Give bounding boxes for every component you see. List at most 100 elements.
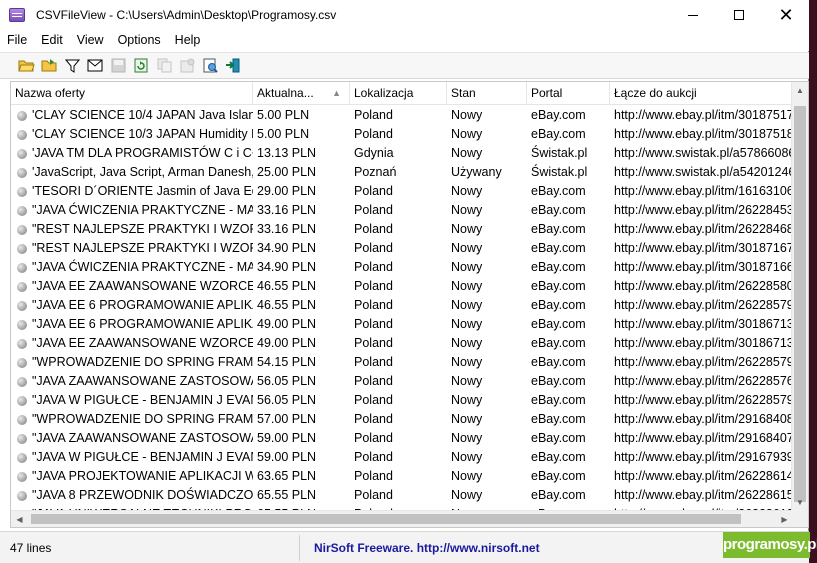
column-header-link[interactable]: Łącze do aukcji xyxy=(610,82,793,105)
cell-location: Poland xyxy=(354,450,393,464)
table-row[interactable]: "JAVA EE 6 PROGRAMOWANIE APLIKAC... 49.00… xyxy=(11,315,793,334)
cell-state: Nowy xyxy=(451,184,483,198)
properties-button[interactable] xyxy=(177,56,197,76)
column-header-location[interactable]: Lokalizacja xyxy=(350,82,447,105)
row-bullet-icon xyxy=(17,205,27,216)
column-header-portal[interactable]: Portal xyxy=(527,82,610,105)
html-report-button[interactable] xyxy=(200,56,220,76)
envelope-icon xyxy=(87,59,103,72)
table-row[interactable]: "JAVA EE 6 PROGRAMOWANIE APLIKAC... 46.55… xyxy=(11,296,793,315)
cell-state: Używany xyxy=(451,165,502,179)
exit-button[interactable] xyxy=(223,56,243,76)
cell-name: "JAVA PROJEKTOWANIE APLIKACJI WW... xyxy=(11,467,253,486)
maximize-button[interactable] xyxy=(716,0,762,30)
filter-button[interactable] xyxy=(62,56,82,76)
mail-button[interactable] xyxy=(85,56,105,76)
table-row[interactable]: 'TESORI D´ORIENTE Jasmin of Java EdT ...… xyxy=(11,182,793,201)
cell-location: Poland xyxy=(354,127,393,141)
horizontal-scroll-thumb[interactable] xyxy=(31,514,741,524)
table-row[interactable]: "JAVA ZAAWANSOWANE ZASTOSOWA... 59.00 PLN… xyxy=(11,429,793,448)
minimize-icon xyxy=(688,14,698,16)
cell-price: 56.05 PLN xyxy=(257,393,317,407)
scroll-up-arrow-icon[interactable]: ▲ xyxy=(792,82,808,99)
column-header-price-label: Aktualna... xyxy=(257,86,314,100)
vertical-scroll-thumb[interactable] xyxy=(794,106,806,502)
menu-options[interactable]: Options xyxy=(111,30,168,51)
cell-portal: eBay.com xyxy=(531,374,586,388)
minimize-button[interactable] xyxy=(670,0,716,30)
column-header-state[interactable]: Stan xyxy=(447,82,527,105)
cell-name: 'JAVA TM DLA PROGRAMISTÓW C i C+... xyxy=(11,144,253,163)
cell-state: Nowy xyxy=(451,222,483,236)
open-file-button[interactable] xyxy=(16,56,36,76)
cell-link: http://www.ebay.pl/itm/30186713 xyxy=(614,317,793,331)
table-row[interactable]: 'CLAY SCIENCE 10/4 JAPAN Java Island ...… xyxy=(11,106,793,125)
horizontal-scrollbar[interactable]: ◀ ▶ xyxy=(11,510,793,527)
cell-portal: eBay.com xyxy=(531,431,586,445)
cell-state: Nowy xyxy=(451,108,483,122)
cell-portal: eBay.com xyxy=(531,260,586,274)
column-header-price[interactable]: Aktualna... ▲ xyxy=(253,82,350,105)
cell-portal: Świstak.pl xyxy=(531,146,588,160)
table-row[interactable]: "WPROWADZENIE DO SPRING FRAME... 57.00 PL… xyxy=(11,410,793,429)
table-row[interactable]: "WPROWADZENIE DO SPRING FRAME... 54.15 PL… xyxy=(11,353,793,372)
cell-location: Poland xyxy=(354,317,393,331)
table-row[interactable]: "JAVA ZAAWANSOWANE ZASTOSOWA... 56.05 PLN… xyxy=(11,372,793,391)
vertical-scrollbar[interactable]: ▲ ▼ xyxy=(791,82,808,511)
table-row[interactable]: "JAVA EE ZAAWANSOWANE WZORCE P... 49.00 P… xyxy=(11,334,793,353)
cell-link: http://www.ebay.pl/itm/26228614 xyxy=(614,469,793,483)
cell-name: "REST NAJLEPSZE PRAKTYKI I WZORCE ... xyxy=(11,239,253,258)
cell-link: http://www.ebay.pl/itm/29168407 xyxy=(614,431,793,445)
cell-portal: eBay.com xyxy=(531,184,586,198)
table-row[interactable]: "JAVA 8 PRZEWODNIK DOŚWIADCZON... 65.55 P… xyxy=(11,486,793,505)
cell-price: 65.55 PLN xyxy=(257,488,317,502)
table-row[interactable]: "JAVA EE ZAAWANSOWANE WZORCE P... 46.55 P… xyxy=(11,277,793,296)
close-button[interactable]: ✕ xyxy=(763,0,809,30)
menu-edit[interactable]: Edit xyxy=(34,30,70,51)
table-row[interactable]: "JAVA W PIGUŁCE - BENJAMIN J EVANS... 59.… xyxy=(11,448,793,467)
column-header-name[interactable]: Nazwa oferty xyxy=(11,82,253,105)
save-button[interactable] xyxy=(108,56,128,76)
table-row[interactable]: "REST NAJLEPSZE PRAKTYKI I WZORCE ... 33.… xyxy=(11,220,793,239)
row-bullet-icon xyxy=(17,262,27,273)
table-row[interactable]: 'JavaScript, Java Script, Arman Danesh, … xyxy=(11,163,793,182)
table-row[interactable]: "JAVA PROJEKTOWANIE APLIKACJI WW... 63.65… xyxy=(11,467,793,486)
row-bullet-icon xyxy=(17,338,27,349)
open-folder-button[interactable] xyxy=(39,56,59,76)
cell-name: 'CLAY SCIENCE 10/4 JAPAN Java Island ... xyxy=(11,106,253,125)
cell-name: "JAVA ĆWICZENIA PRAKTYCZNE - MAR... xyxy=(11,258,253,277)
line-count: 47 lines xyxy=(0,534,300,561)
table-row[interactable]: "JAVA ĆWICZENIA PRAKTYCZNE - MAR... 33.16… xyxy=(11,201,793,220)
scroll-left-arrow-icon[interactable]: ◀ xyxy=(11,511,28,527)
records-list[interactable]: Nazwa oferty Aktualna... ▲ Lokalizacja St… xyxy=(10,81,809,528)
table-row[interactable]: "REST NAJLEPSZE PRAKTYKI I WZORCE ... 34.… xyxy=(11,239,793,258)
table-row[interactable]: "JAVA W PIGUŁCE - BENJAMIN J EVANS... 56.… xyxy=(11,391,793,410)
menu-view[interactable]: View xyxy=(70,30,111,51)
row-bullet-icon xyxy=(17,243,27,254)
cell-state: Nowy xyxy=(451,317,483,331)
cell-state: Nowy xyxy=(451,298,483,312)
menu-help[interactable]: Help xyxy=(168,30,208,51)
cell-name: 'TESORI D´ORIENTE Jasmin of Java EdT ... xyxy=(11,182,253,201)
refresh-button[interactable] xyxy=(131,56,151,76)
cell-location: Poland xyxy=(354,412,393,426)
row-bullet-icon xyxy=(17,148,27,159)
table-row[interactable]: 'CLAY SCIENCE 10/3 JAPAN Humidity K... 5.… xyxy=(11,125,793,144)
scroll-down-arrow-icon[interactable]: ▼ xyxy=(792,494,808,511)
table-row[interactable]: 'JAVA TM DLA PROGRAMISTÓW C i C+... 13.13… xyxy=(11,144,793,163)
copy-button[interactable] xyxy=(154,56,174,76)
cell-state: Nowy xyxy=(451,393,483,407)
folder-reload-icon xyxy=(41,59,56,72)
title-bar: CSVFileView - C:\Users\Admin\Desktop\Pro… xyxy=(0,0,809,30)
cell-name: "JAVA EE 6 PROGRAMOWANIE APLIKAC... xyxy=(11,296,253,315)
html-report-icon xyxy=(203,58,218,73)
cell-name: 'CLAY SCIENCE 10/3 JAPAN Humidity K... xyxy=(11,125,253,144)
cell-state: Nowy xyxy=(451,355,483,369)
cell-name-text: 'JavaScript, Java Script, Arman Danesh, … xyxy=(32,165,253,179)
table-row[interactable]: "JAVA ĆWICZENIA PRAKTYCZNE - MAR... 34.90… xyxy=(11,258,793,277)
menu-file[interactable]: File xyxy=(0,30,34,51)
cell-location: Poland xyxy=(354,203,393,217)
cell-name-text: "JAVA EE ZAAWANSOWANE WZORCE P... xyxy=(32,279,253,293)
window-title: CSVFileView - C:\Users\Admin\Desktop\Pro… xyxy=(36,8,337,22)
cell-location: Poznań xyxy=(354,165,397,179)
